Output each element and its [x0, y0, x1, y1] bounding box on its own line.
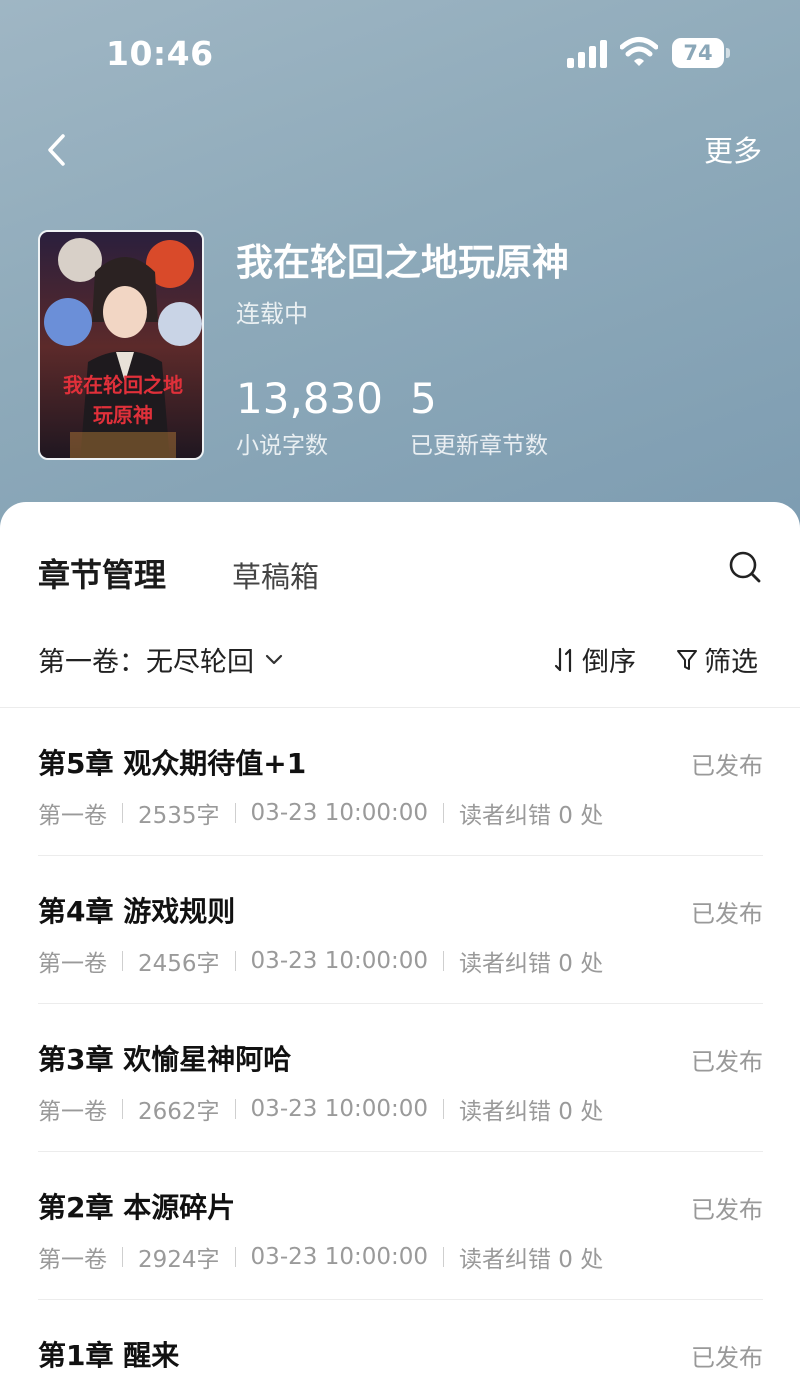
chapter-errata-count: 读者纠错 0 处 — [459, 803, 604, 829]
status-bar: 10:46 74 — [0, 0, 800, 100]
chapter-panel: 章节管理 草稿箱 第一卷：无尽轮回 倒序 筛选 第5章 观众期待值+1 已发布 … — [0, 502, 800, 1387]
book-header: 10:46 74 更多 我在轮回之地 玩原神 我在轮回之地玩原神 连载中 13,… — [0, 0, 800, 540]
updated-chapters-count: 5 — [410, 374, 437, 423]
filter-button-label: 筛选 — [704, 647, 758, 678]
chapter-title: 第1章 醒来 — [38, 1339, 180, 1372]
chapter-publish-time: 03-23 10:00:00 — [250, 948, 428, 974]
chevron-down-icon — [265, 654, 283, 664]
chapter-word-count: 2924字 — [138, 1247, 220, 1273]
cellular-signal-icon — [567, 40, 607, 68]
sort-order-icon — [554, 647, 572, 672]
chapter-word-count: 2535字 — [138, 803, 220, 829]
chapter-errata-count: 读者纠错 0 处 — [459, 1099, 604, 1125]
word-count: 13,830 — [236, 374, 383, 423]
chapter-volume: 第一卷 — [38, 803, 107, 829]
chapter-meta: 第一卷 2456字 03-23 10:00:00 读者纠错 0 处 — [38, 944, 603, 978]
chapter-status: 已发布 — [691, 752, 763, 780]
chapter-volume: 第一卷 — [38, 951, 107, 977]
updated-chapters-label: 已更新章节数 — [410, 433, 548, 459]
chapter-errata-count: 读者纠错 0 处 — [459, 1247, 604, 1273]
chapter-volume: 第一卷 — [38, 1099, 107, 1125]
volume-selector-label: 第一卷：无尽轮回 — [38, 647, 254, 678]
volume-selector[interactable]: 第一卷：无尽轮回 — [38, 640, 284, 679]
cover-title-line1: 我在轮回之地 — [63, 373, 183, 397]
chapter-meta: 第一卷 2924字 03-23 10:00:00 读者纠错 0 处 — [38, 1240, 603, 1274]
filter-funnel-icon — [677, 649, 697, 670]
chapter-status: 已发布 — [691, 1048, 763, 1076]
word-count-label: 小说字数 — [236, 433, 328, 459]
chapter-meta: 第一卷 2535字 03-23 10:00:00 读者纠错 0 处 — [38, 796, 603, 830]
tab-drafts[interactable]: 草稿箱 — [232, 554, 319, 596]
status-time: 10:46 — [106, 34, 214, 73]
search-icon[interactable] — [728, 550, 762, 584]
chapter-publish-time: 03-23 10:00:00 — [250, 1096, 428, 1122]
chapter-row[interactable]: 第4章 游戏规则 已发布 第一卷 2456字 03-23 10:00:00 读者… — [38, 856, 763, 1004]
chapter-word-count: 2456字 — [138, 951, 220, 977]
cover-title-line2: 玩原神 — [93, 403, 153, 427]
chapter-publish-time: 03-23 10:00:00 — [250, 800, 428, 826]
chapter-row[interactable]: 第2章 本源碎片 已发布 第一卷 2924字 03-23 10:00:00 读者… — [38, 1152, 763, 1300]
chapter-volume: 第一卷 — [38, 1247, 107, 1273]
battery-level: 74 — [683, 41, 713, 65]
chapter-word-count: 2662字 — [138, 1099, 220, 1125]
battery-indicator: 74 — [672, 38, 724, 68]
chapter-title: 第3章 欢愉星神阿哈 — [38, 1043, 292, 1076]
chapter-title: 第5章 观众期待值+1 — [38, 747, 307, 780]
chapter-errata-count: 读者纠错 0 处 — [459, 951, 604, 977]
chapter-title: 第2章 本源碎片 — [38, 1191, 236, 1224]
chapter-meta: 第一卷 2662字 03-23 10:00:00 读者纠错 0 处 — [38, 1092, 603, 1126]
chapter-row[interactable]: 第5章 观众期待值+1 已发布 第一卷 2535字 03-23 10:00:00… — [38, 708, 763, 856]
sort-button[interactable]: 倒序 — [554, 640, 636, 679]
tab-chapter-management[interactable]: 章节管理 — [38, 550, 166, 596]
chapter-title: 第4章 游戏规则 — [38, 895, 236, 928]
chapter-status: 已发布 — [691, 1196, 763, 1224]
filter-button[interactable]: 筛选 — [676, 640, 758, 679]
book-cover-image[interactable]: 我在轮回之地 玩原神 — [38, 230, 204, 460]
more-button[interactable]: 更多 — [704, 128, 762, 170]
chapter-row[interactable]: 第3章 欢愉星神阿哈 已发布 第一卷 2662字 03-23 10:00:00 … — [38, 1004, 763, 1152]
chapter-status: 已发布 — [691, 900, 763, 928]
book-title: 我在轮回之地玩原神 — [236, 241, 569, 284]
chapter-row[interactable]: 第1章 醒来 已发布 — [38, 1300, 763, 1387]
cover-illustration: 我在轮回之地 玩原神 — [40, 232, 202, 458]
sort-button-label: 倒序 — [582, 647, 636, 678]
back-arrow-icon[interactable] — [38, 128, 78, 172]
wifi-icon — [620, 37, 658, 66]
book-status: 连载中 — [236, 300, 308, 328]
battery-tip — [726, 48, 730, 58]
chapter-status: 已发布 — [691, 1344, 763, 1372]
chapter-publish-time: 03-23 10:00:00 — [250, 1244, 428, 1270]
